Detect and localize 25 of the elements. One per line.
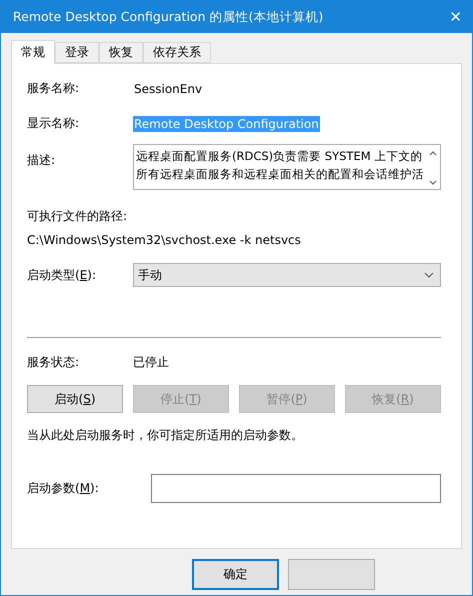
field-value: SessionEnv <box>133 80 204 96</box>
path-text: C:\Windows\System32\svchost.exe -k netsvcs <box>27 233 301 247</box>
scroll-up-icon[interactable] <box>429 151 437 156</box>
tab[interactable]: 常规 <box>11 40 55 64</box>
field-label: 可执行文件的路径: <box>27 208 128 225</box>
service-button[interactable]: 启动(S) <box>27 385 123 413</box>
scroll-down-icon[interactable] <box>429 180 437 185</box>
close-button[interactable]: ✕ <box>449 8 462 26</box>
tab[interactable]: 登录 <box>55 42 99 63</box>
field-label: 显示名称: <box>27 115 80 132</box>
startup-type-dropdown[interactable]: 手动 <box>133 263 441 287</box>
hint-text: 当从此处启动服务时，你可指定所适用的启动参数。 <box>27 427 303 444</box>
field-label: 启动参数(M): <box>27 480 100 497</box>
field-label: 服务状态: <box>27 354 80 371</box>
tab[interactable]: 恢复 <box>99 42 143 63</box>
description-field[interactable]: 远程桌面配置服务(RDCS)负责需要 SYSTEM 上下文的所有远程桌面服务和远程桌面相关的配置和会话维护活 <box>133 144 441 190</box>
dialog-button[interactable]: 确定 <box>192 559 279 590</box>
field-label: 服务名称: <box>27 80 80 97</box>
chevron-down-icon <box>424 272 434 278</box>
field-label: 启动类型(E): <box>27 266 98 284</box>
window-title: Remote Desktop Configuration 的属性(本地计算机) <box>13 8 324 26</box>
parameters-field[interactable] <box>151 474 441 503</box>
field-label: 描述: <box>27 152 56 169</box>
status-text: 已停止 <box>133 354 169 371</box>
tab[interactable]: 依存关系 <box>143 42 211 63</box>
